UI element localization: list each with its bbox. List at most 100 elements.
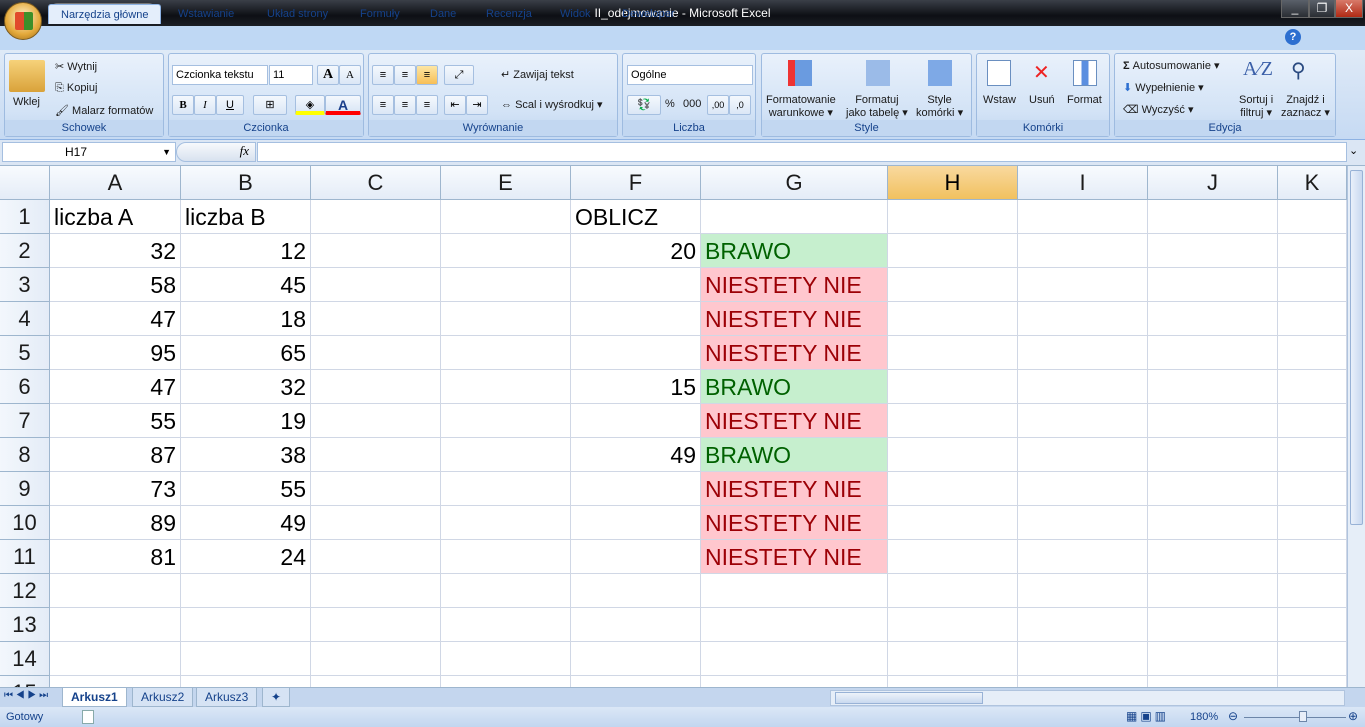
cell-E13[interactable] bbox=[441, 608, 571, 642]
row-header-15[interactable]: 15 bbox=[0, 676, 50, 687]
align-middle-button[interactable]: ≡ bbox=[394, 65, 416, 85]
cell-H5[interactable] bbox=[888, 336, 1018, 370]
insert-function-button[interactable]: fx bbox=[176, 142, 256, 162]
cell-B7[interactable]: 19 bbox=[181, 404, 311, 438]
row-header-4[interactable]: 4 bbox=[0, 302, 50, 336]
row-header-14[interactable]: 14 bbox=[0, 642, 50, 676]
cell-F5[interactable] bbox=[571, 336, 701, 370]
cell-A4[interactable]: 47 bbox=[50, 302, 181, 336]
row-header-12[interactable]: 12 bbox=[0, 574, 50, 608]
cell-G13[interactable] bbox=[701, 608, 888, 642]
cell-A7[interactable]: 55 bbox=[50, 404, 181, 438]
cell-J9[interactable] bbox=[1148, 472, 1278, 506]
find-select-button[interactable]: Znajdź i zaznacz ▾ bbox=[1281, 94, 1330, 120]
cell-G8[interactable]: BRAWO bbox=[701, 438, 888, 472]
italic-button[interactable]: I bbox=[194, 95, 216, 115]
cell-H8[interactable] bbox=[888, 438, 1018, 472]
fill-color-button[interactable]: ◈ bbox=[295, 95, 325, 115]
cell-E5[interactable] bbox=[441, 336, 571, 370]
row-header-5[interactable]: 5 bbox=[0, 336, 50, 370]
bold-button[interactable]: B bbox=[172, 95, 194, 115]
cell-K14[interactable] bbox=[1278, 642, 1347, 676]
cell-A1[interactable]: liczba A bbox=[50, 200, 181, 234]
cell-F2[interactable]: 20 bbox=[571, 234, 701, 268]
column-header-H[interactable]: H bbox=[888, 166, 1018, 200]
sheet-tab-arkusz2[interactable]: Arkusz2 bbox=[132, 688, 194, 707]
cell-H1[interactable] bbox=[888, 200, 1018, 234]
cell-B3[interactable]: 45 bbox=[181, 268, 311, 302]
cell-I13[interactable] bbox=[1018, 608, 1148, 642]
cell-C11[interactable] bbox=[311, 540, 441, 574]
cell-G14[interactable] bbox=[701, 642, 888, 676]
cell-C10[interactable] bbox=[311, 506, 441, 540]
cell-I9[interactable] bbox=[1018, 472, 1148, 506]
cell-E10[interactable] bbox=[441, 506, 571, 540]
cell-B10[interactable]: 49 bbox=[181, 506, 311, 540]
cell-B11[interactable]: 24 bbox=[181, 540, 311, 574]
column-header-F[interactable]: F bbox=[571, 166, 701, 200]
cell-J11[interactable] bbox=[1148, 540, 1278, 574]
cell-J10[interactable] bbox=[1148, 506, 1278, 540]
cell-B12[interactable] bbox=[181, 574, 311, 608]
font-color-button[interactable]: A bbox=[325, 95, 361, 115]
cell-J1[interactable] bbox=[1148, 200, 1278, 234]
cell-K4[interactable] bbox=[1278, 302, 1347, 336]
cell-E1[interactable] bbox=[441, 200, 571, 234]
cell-J5[interactable] bbox=[1148, 336, 1278, 370]
cell-I15[interactable] bbox=[1018, 676, 1148, 687]
column-header-I[interactable]: I bbox=[1018, 166, 1148, 200]
cell-G6[interactable]: BRAWO bbox=[701, 370, 888, 404]
tab-5[interactable]: Recenzja bbox=[474, 4, 544, 24]
tab-2[interactable]: Układ strony bbox=[255, 4, 340, 24]
cell-H2[interactable] bbox=[888, 234, 1018, 268]
cell-B2[interactable]: 12 bbox=[181, 234, 311, 268]
minimize-button[interactable]: _ bbox=[1281, 0, 1309, 18]
tab-1[interactable]: Wstawianie bbox=[166, 4, 246, 24]
cell-A3[interactable]: 58 bbox=[50, 268, 181, 302]
cell-G5[interactable]: NIESTETY NIE bbox=[701, 336, 888, 370]
cell-H14[interactable] bbox=[888, 642, 1018, 676]
number-format-select[interactable]: Ogólne bbox=[627, 65, 753, 85]
format-painter-button[interactable]: 🖌 Malarz formatów bbox=[55, 104, 153, 117]
font-size-select[interactable]: 11 bbox=[269, 65, 313, 85]
cell-I6[interactable] bbox=[1018, 370, 1148, 404]
cell-C7[interactable] bbox=[311, 404, 441, 438]
accounting-format-button[interactable]: 💱 bbox=[627, 95, 661, 115]
align-left-button[interactable]: ≡ bbox=[372, 95, 394, 115]
wrap-text-button[interactable]: ↵ Zawijaj tekst bbox=[501, 68, 574, 81]
cell-K10[interactable] bbox=[1278, 506, 1347, 540]
cell-F9[interactable] bbox=[571, 472, 701, 506]
cell-F14[interactable] bbox=[571, 642, 701, 676]
tab-3[interactable]: Formuły bbox=[348, 4, 412, 24]
decrease-decimal-button[interactable]: ,0 bbox=[729, 95, 751, 115]
cell-I2[interactable] bbox=[1018, 234, 1148, 268]
cell-K8[interactable] bbox=[1278, 438, 1347, 472]
cell-H10[interactable] bbox=[888, 506, 1018, 540]
cell-J3[interactable] bbox=[1148, 268, 1278, 302]
cell-K13[interactable] bbox=[1278, 608, 1347, 642]
cell-B4[interactable]: 18 bbox=[181, 302, 311, 336]
column-header-C[interactable]: C bbox=[311, 166, 441, 200]
cell-F1[interactable]: OBLICZ bbox=[571, 200, 701, 234]
cell-B15[interactable] bbox=[181, 676, 311, 687]
cell-B1[interactable]: liczba B bbox=[181, 200, 311, 234]
cell-I11[interactable] bbox=[1018, 540, 1148, 574]
cell-J2[interactable] bbox=[1148, 234, 1278, 268]
cell-H12[interactable] bbox=[888, 574, 1018, 608]
cell-C15[interactable] bbox=[311, 676, 441, 687]
cell-E14[interactable] bbox=[441, 642, 571, 676]
cell-B8[interactable]: 38 bbox=[181, 438, 311, 472]
cell-I14[interactable] bbox=[1018, 642, 1148, 676]
clear-button[interactable]: ⌫ Wyczyść ▾ bbox=[1123, 103, 1194, 116]
zoom-out-icon[interactable]: ⊖ bbox=[1228, 709, 1238, 723]
cell-A11[interactable]: 81 bbox=[50, 540, 181, 574]
scroll-thumb[interactable] bbox=[1350, 170, 1363, 525]
column-header-A[interactable]: A bbox=[50, 166, 181, 200]
cell-K5[interactable] bbox=[1278, 336, 1347, 370]
cell-C3[interactable] bbox=[311, 268, 441, 302]
zoom-slider-handle[interactable] bbox=[1299, 711, 1307, 722]
cell-J13[interactable] bbox=[1148, 608, 1278, 642]
cell-E3[interactable] bbox=[441, 268, 571, 302]
zoom-in-icon[interactable]: ⊕ bbox=[1348, 709, 1358, 723]
cell-K1[interactable] bbox=[1278, 200, 1347, 234]
